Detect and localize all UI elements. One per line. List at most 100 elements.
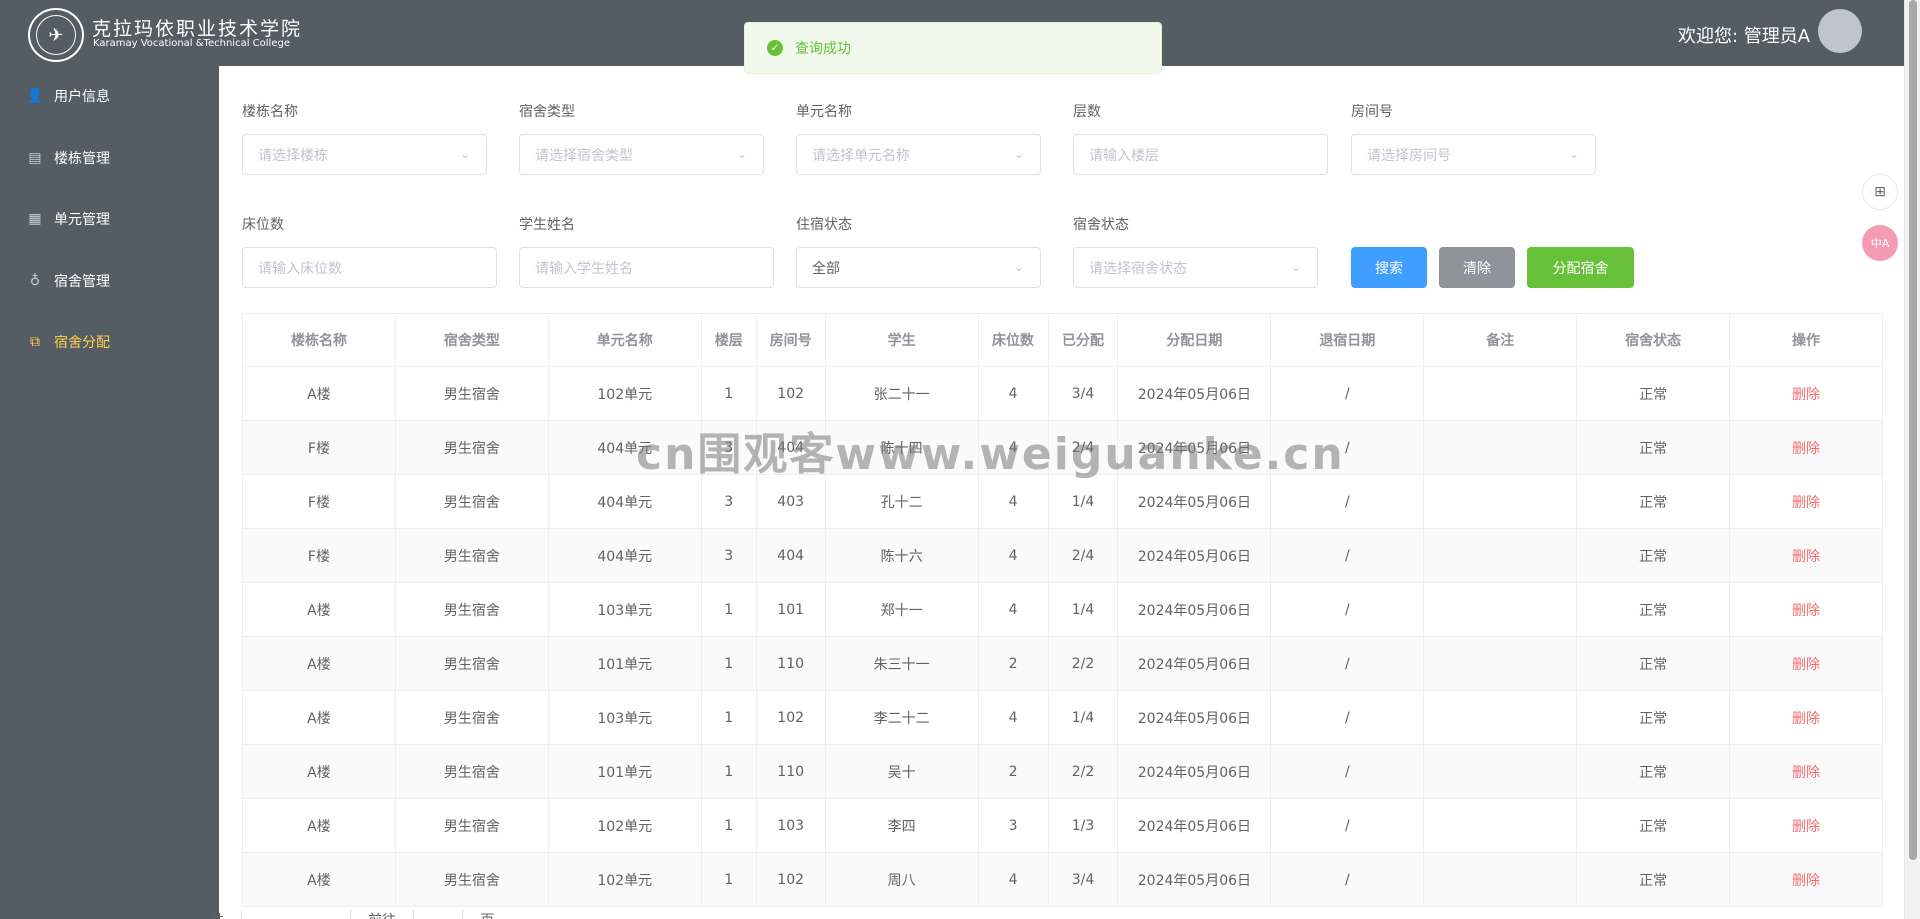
chevron-down-icon: ⌄ xyxy=(460,147,471,161)
cell-text: 103单元 xyxy=(597,602,653,619)
cell-text: A楼 xyxy=(307,656,331,673)
table-cell: 4 xyxy=(978,583,1049,637)
assign-dorm-button[interactable]: 分配宿舍 xyxy=(1527,247,1634,288)
cell-text: 孔十二 xyxy=(880,494,923,511)
delete-link[interactable]: 删除 xyxy=(1792,870,1820,890)
cell-text: 李二十二 xyxy=(873,710,930,727)
table-cell: 男生宿舍 xyxy=(395,583,549,637)
table-cell: 李二十二 xyxy=(825,691,979,745)
cell-text: 102单元 xyxy=(597,386,653,403)
beds-input[interactable]: 请输入床位数 xyxy=(242,247,497,288)
table-cell xyxy=(1424,529,1578,583)
cell-text: 男生宿舍 xyxy=(443,548,500,565)
table-cell: 删除 xyxy=(1730,583,1883,637)
stay-status-select[interactable]: 全部 ⌄ xyxy=(796,247,1041,288)
cell-text: 4 xyxy=(1008,601,1018,618)
delete-link[interactable]: 删除 xyxy=(1792,384,1820,404)
table-cell: A楼 xyxy=(243,637,396,691)
delete-link[interactable]: 删除 xyxy=(1792,546,1820,566)
sidebar-item-unit[interactable]: ▦ 单元管理 xyxy=(0,191,219,247)
cell-text: 1/4 xyxy=(1071,493,1095,510)
page-scrollbar[interactable] xyxy=(1904,0,1920,919)
cell-text: / xyxy=(1344,817,1350,834)
scrollbar-thumb[interactable] xyxy=(1909,0,1917,860)
cell-text: 2/4 xyxy=(1071,547,1095,564)
table-cell: 陈十六 xyxy=(825,529,979,583)
table-header-cell: 操作 xyxy=(1730,314,1883,367)
table-header-cell: 房间号 xyxy=(756,314,826,367)
room-select[interactable]: 请选择房间号 ⌄ xyxy=(1351,134,1596,175)
search-button[interactable]: 搜索 xyxy=(1351,247,1427,288)
cell-text: 102 xyxy=(777,871,805,888)
student-input[interactable]: 请输入学生姓名 xyxy=(519,247,774,288)
cell-text: A楼 xyxy=(307,764,331,781)
delete-link[interactable]: 删除 xyxy=(1792,492,1820,512)
delete-link[interactable]: 删除 xyxy=(1792,438,1820,458)
table-cell: 1 xyxy=(701,637,757,691)
delete-link[interactable]: 删除 xyxy=(1792,654,1820,674)
delete-link[interactable]: 删除 xyxy=(1792,708,1820,728)
table-cell: 男生宿舍 xyxy=(395,745,549,799)
cell-text: 3 xyxy=(724,547,734,564)
table-cell: 朱三十一 xyxy=(825,637,979,691)
clear-button[interactable]: 清除 xyxy=(1439,247,1515,288)
cell-text: 男生宿舍 xyxy=(443,764,500,781)
grid-icon[interactable]: ⊞ xyxy=(1862,174,1898,210)
stay-status-value: 全部 xyxy=(812,260,840,277)
table-cell: 删除 xyxy=(1730,691,1883,745)
sidebar-item-user-info[interactable]: 👤 用户信息 xyxy=(0,68,219,124)
unit-select[interactable]: 请选择单元名称 ⌄ xyxy=(796,134,1041,175)
cell-text: 4 xyxy=(1008,709,1018,726)
table-cell: 102单元 xyxy=(548,799,702,853)
cell-text: 3 xyxy=(724,439,734,456)
table-header-cell: 床位数 xyxy=(978,314,1049,367)
translate-icon[interactable]: 中A xyxy=(1862,225,1898,261)
header-label: 楼层 xyxy=(714,333,743,349)
table-cell: 4 xyxy=(978,529,1049,583)
table-cell: 2024年05月06日 xyxy=(1118,529,1272,583)
cell-text: 郑十一 xyxy=(880,602,923,619)
welcome-text: 欢迎您: 管理员A xyxy=(1678,26,1811,47)
table-cell xyxy=(1424,475,1578,529)
cell-text: / xyxy=(1344,601,1350,618)
cell-text: 2024年05月06日 xyxy=(1137,710,1252,727)
page-size-select[interactable] xyxy=(241,910,352,919)
cell-text: 正常 xyxy=(1639,656,1668,673)
building-select[interactable]: 请选择楼栋 ⌄ xyxy=(242,134,487,175)
cell-text: 陈十六 xyxy=(880,548,923,565)
sidebar: 👤 用户信息 ▤ 楼栋管理 ▦ 单元管理 ♁ 宿舍管理 ⧉ 宿舍分配 xyxy=(0,66,219,919)
table-cell: 李四 xyxy=(825,799,979,853)
chevron-down-icon: ⌄ xyxy=(1014,260,1025,274)
table-header-cell: 分配日期 xyxy=(1118,314,1272,367)
cell-text: 2024年05月06日 xyxy=(1137,494,1252,511)
delete-link[interactable]: 删除 xyxy=(1792,762,1820,782)
table-cell: 3/4 xyxy=(1048,367,1119,421)
sidebar-item-building[interactable]: ▤ 楼栋管理 xyxy=(0,130,219,186)
cell-text: 2024年05月06日 xyxy=(1137,386,1252,403)
avatar[interactable] xyxy=(1818,9,1862,53)
table-cell: 102单元 xyxy=(548,853,702,907)
table-cell: A楼 xyxy=(243,583,396,637)
table-cell: 郑十一 xyxy=(825,583,979,637)
sidebar-item-dorm[interactable]: ♁ 宿舍管理 xyxy=(0,253,219,309)
page-jump-input[interactable] xyxy=(413,910,464,919)
delete-link[interactable]: 删除 xyxy=(1792,816,1820,836)
table-row: F楼 男生宿舍 404单元 3 403 孔十二 4 1/4 2024年05月06日 / 正常 删除 xyxy=(243,475,1883,529)
dorm-status-placeholder: 请选择宿舍状态 xyxy=(1089,260,1187,277)
cell-text: 102 xyxy=(777,709,805,726)
chevron-down-icon: ⌄ xyxy=(1014,147,1025,161)
floor-input[interactable]: 请输入楼层 xyxy=(1073,134,1328,175)
table-cell: 男生宿舍 xyxy=(395,367,549,421)
cell-text: / xyxy=(1344,709,1350,726)
table-cell: A楼 xyxy=(243,367,396,421)
sidebar-item-assign[interactable]: ⧉ 宿舍分配 xyxy=(0,314,219,370)
table-cell: 2/4 xyxy=(1048,421,1119,475)
dorm-status-select[interactable]: 请选择宿舍状态 ⌄ xyxy=(1073,247,1318,288)
dorm-type-select[interactable]: 请选择宿舍类型 ⌄ xyxy=(519,134,764,175)
pagination: 共 前往 页 xyxy=(210,910,810,919)
table-cell: 110 xyxy=(756,745,826,799)
dorm-type-placeholder: 请选择宿舍类型 xyxy=(535,147,633,164)
chevron-down-icon: ⌄ xyxy=(1569,147,1580,161)
delete-link[interactable]: 删除 xyxy=(1792,600,1820,620)
room-placeholder: 请选择房间号 xyxy=(1367,147,1451,164)
